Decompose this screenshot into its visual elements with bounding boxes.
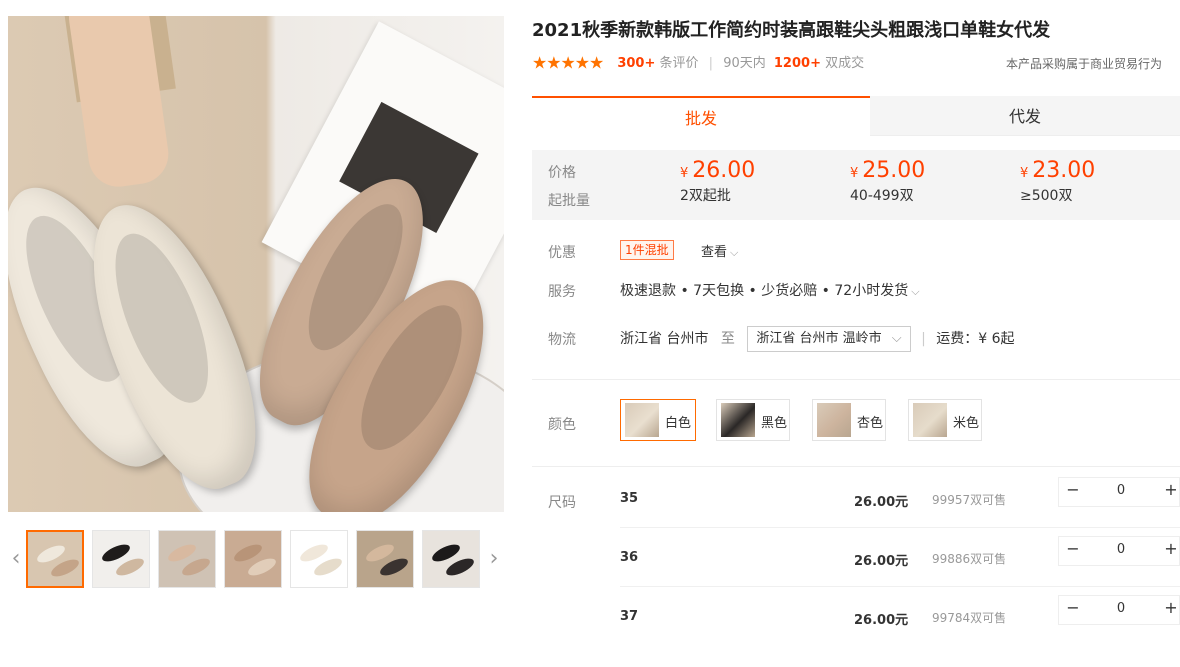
quantity-input[interactable]: 0	[1111, 483, 1131, 498]
star-rating-icon: ★★★★★	[532, 53, 604, 74]
color-option-beige[interactable]: 米色	[908, 399, 982, 441]
quantity-stepper: − 0 +	[1058, 595, 1180, 625]
tier-qty: 40-499双	[850, 188, 914, 204]
color-option-white[interactable]: 白色	[620, 399, 696, 441]
decrease-button[interactable]: −	[1065, 598, 1081, 617]
thumb-prev-arrow-icon[interactable]: ‹	[8, 530, 24, 590]
size-row: 37 26.00元 99784双可售 − 0 +	[620, 595, 1180, 667]
promo-label: 优惠	[548, 245, 576, 261]
gallery-thumbnail[interactable]	[158, 530, 216, 588]
size-stock: 99957双可售	[932, 493, 1007, 507]
tier-price: 25.00	[862, 158, 926, 183]
purchase-mode-tabs: 批发 代发	[532, 96, 1180, 136]
size-stock: 99886双可售	[932, 552, 1007, 566]
chevron-down-icon: ⌵	[730, 246, 739, 259]
size-label: 尺码	[548, 495, 576, 511]
product-title: 2021秋季新款韩版工作简约时装高跟鞋尖头粗跟浅口单鞋女代发	[532, 20, 1051, 41]
sales-count: 1200+	[773, 56, 821, 71]
gallery-thumbnail[interactable]	[92, 530, 150, 588]
thumb-next-arrow-icon[interactable]: ›	[486, 530, 502, 590]
size-price: 26.00元	[854, 613, 909, 628]
size-value: 36	[620, 550, 639, 565]
view-promo-link[interactable]: 查看 ⌵	[701, 241, 738, 260]
color-option-apricot[interactable]: 杏色	[812, 399, 886, 441]
trade-note: 本产品采购属于商业贸易行为	[1005, 57, 1162, 71]
price-tier-1: ¥26.00 2双起批	[680, 158, 756, 204]
increase-button[interactable]: +	[1163, 598, 1179, 617]
tier-price: 23.00	[1032, 158, 1096, 183]
service-list[interactable]: 极速退款 • 7天包换 • 少货必赔 • 72小时发货 ⌵	[620, 280, 920, 300]
quantity-input[interactable]: 0	[1111, 542, 1131, 557]
divider	[532, 379, 1180, 380]
chevron-down-icon: ⌵	[891, 331, 902, 346]
origin-location: 浙江省 台州市	[620, 331, 709, 347]
price-tier-2: ¥25.00 40-499双	[850, 158, 926, 204]
review-count[interactable]: 300+	[617, 56, 655, 71]
price-tier-3: ¥23.00 ≥500双	[1020, 158, 1096, 204]
gallery-thumbnail[interactable]	[224, 530, 282, 588]
thumbnail-strip: ‹ ›	[8, 530, 504, 590]
size-value: 35	[620, 491, 639, 506]
logistics-label: 物流	[548, 332, 576, 348]
gallery-thumbnail[interactable]	[356, 530, 414, 588]
tier-qty: 2双起批	[680, 188, 731, 204]
color-swatch	[913, 403, 947, 437]
color-swatch	[817, 403, 851, 437]
tier-qty: ≥500双	[1020, 188, 1073, 204]
tier-price: 26.00	[692, 158, 756, 183]
decrease-button[interactable]: −	[1065, 480, 1081, 499]
gallery-thumbnail[interactable]	[422, 530, 480, 588]
quantity-input[interactable]: 0	[1111, 601, 1131, 616]
review-label: 条评价	[659, 56, 699, 71]
destination-select[interactable]: 浙江省 台州市 温岭市 ⌵	[747, 326, 911, 352]
increase-button[interactable]: +	[1163, 539, 1179, 558]
size-stock: 99784双可售	[932, 611, 1007, 625]
quantity-stepper: − 0 +	[1058, 477, 1180, 507]
price-label: 价格	[548, 165, 576, 181]
sales-period: 90天内	[723, 56, 766, 71]
main-product-image[interactable]	[8, 16, 504, 512]
divider	[532, 466, 1180, 467]
size-price: 26.00元	[854, 495, 909, 510]
gallery-thumbnail[interactable]	[26, 530, 84, 588]
color-swatch	[625, 403, 659, 437]
color-swatch	[721, 403, 755, 437]
service-label: 服务	[548, 284, 576, 300]
increase-button[interactable]: +	[1163, 480, 1179, 499]
quantity-stepper: − 0 +	[1058, 536, 1180, 566]
tab-wholesale[interactable]: 批发	[532, 96, 870, 136]
size-price: 26.00元	[854, 554, 909, 569]
decrease-button[interactable]: −	[1065, 539, 1081, 558]
rating-line: ★★★★★ 300+ 条评价 | 90天内 1200+ 双成交	[532, 53, 865, 74]
price-table: 价格 起批量 ¥26.00 2双起批 ¥25.00 40-499双 ¥23.00…	[532, 150, 1180, 220]
promo-tag: 1件混批	[620, 240, 674, 260]
logistics-row: 浙江省 台州市 至 浙江省 台州市 温岭市 ⌵ | 运费：¥ 6起	[620, 326, 1015, 352]
row-divider	[620, 527, 1180, 528]
chevron-down-icon: ⌵	[911, 285, 920, 298]
tab-dropship[interactable]: 代发	[870, 96, 1180, 136]
color-option-black[interactable]: 黑色	[716, 399, 790, 441]
shipping-fee: 运费：¥ 6起	[936, 331, 1015, 347]
moq-label: 起批量	[548, 193, 590, 209]
size-value: 37	[620, 609, 639, 624]
color-label: 颜色	[548, 417, 576, 433]
row-divider	[620, 586, 1180, 587]
sales-unit: 双成交	[825, 56, 865, 71]
gallery-thumbnail[interactable]	[290, 530, 348, 588]
